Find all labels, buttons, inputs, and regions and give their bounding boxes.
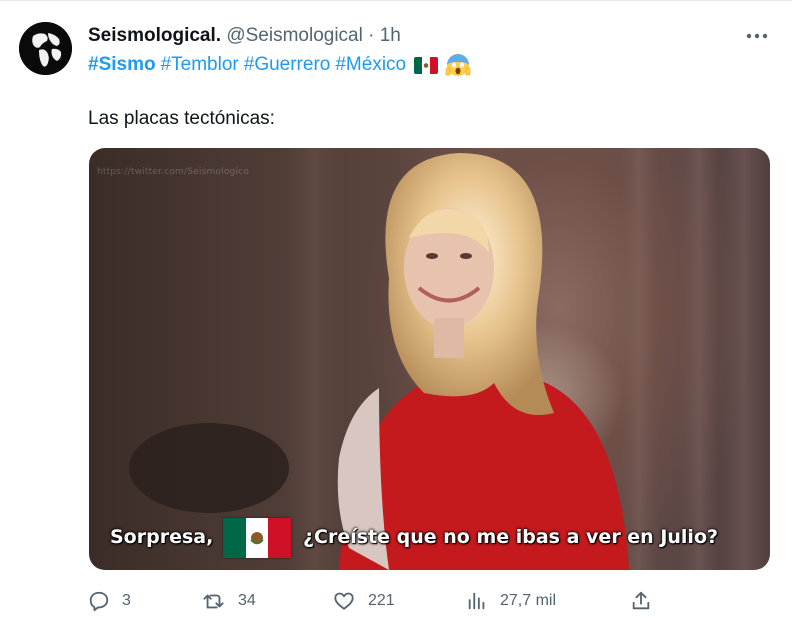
mexico-flag-icon	[223, 518, 291, 558]
media-watermark: https://twitter.com/Seismologico	[97, 167, 250, 177]
top-divider	[0, 0, 792, 1]
reply-count: 3	[122, 592, 131, 609]
tweet-header: Seismological. @Seismological · 1h	[88, 24, 401, 48]
hashtag-sismo[interactable]: #Sismo	[88, 53, 156, 77]
like-count: 221	[368, 592, 395, 609]
retweet-count: 34	[238, 592, 256, 609]
hashtag-temblor[interactable]: #Temblor	[161, 53, 239, 77]
author-name[interactable]: Seismological.	[88, 25, 221, 46]
action-bar: 3 34 221 27,7 mil	[0, 588, 792, 614]
header-separator: ·	[368, 25, 375, 46]
avatar[interactable]	[19, 22, 72, 75]
reply-button[interactable]: 3	[88, 588, 131, 614]
hashtag-line: #Sismo #Temblor #Guerrero #México	[88, 53, 475, 77]
media-illustration	[129, 148, 769, 570]
tweet-timestamp[interactable]: 1h	[380, 25, 401, 46]
views-button[interactable]: 27,7 mil	[466, 588, 556, 614]
like-icon	[334, 592, 354, 610]
retweet-icon	[203, 594, 224, 609]
more-icon	[746, 33, 768, 39]
screaming-face-icon	[445, 53, 471, 77]
tweet-text: Las placas tectónicas:	[88, 108, 275, 129]
more-button[interactable]	[742, 22, 772, 50]
reply-icon	[89, 591, 109, 612]
mexico-flag-icon	[414, 56, 439, 74]
hashtag-guerrero[interactable]: #Guerrero	[244, 53, 331, 77]
author-handle[interactable]: @Seismological	[226, 25, 363, 46]
share-icon	[632, 591, 650, 610]
hashtag-mexico[interactable]: #México	[335, 53, 406, 77]
like-button[interactable]: 221	[332, 588, 395, 614]
tweet-media[interactable]: https://twitter.com/Seismologico Sorpres…	[89, 148, 770, 570]
caption-left: Sorpresa,	[110, 526, 214, 548]
retweet-button[interactable]: 34	[202, 588, 256, 614]
globe-avatar-icon	[19, 22, 72, 75]
views-count: 27,7 mil	[500, 592, 557, 609]
caption-right: ¿Creíste que no me ibas a ver en Julio?	[303, 526, 719, 548]
views-icon	[468, 592, 485, 610]
share-button[interactable]	[630, 588, 652, 614]
